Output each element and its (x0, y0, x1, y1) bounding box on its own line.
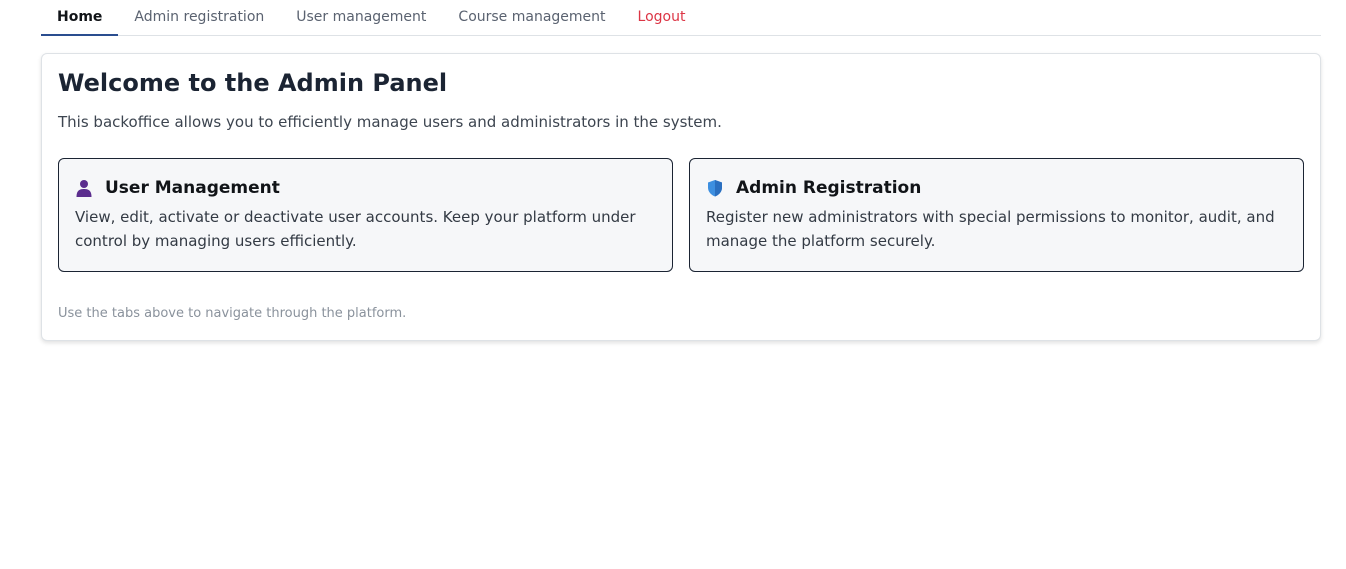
main-tabs: Home Admin registration User management … (41, 0, 1321, 36)
card-description: Register new administrators with special… (706, 208, 1275, 250)
card-header: User Management (75, 177, 656, 199)
welcome-panel: Welcome to the Admin Panel This backoffi… (41, 53, 1321, 341)
tab-course-management[interactable]: Course management (442, 0, 621, 36)
admin-registration-card: Admin Registration Register new administ… (689, 158, 1304, 272)
user-icon (75, 179, 93, 197)
card-title: Admin Registration (736, 178, 922, 198)
user-management-card: User Management View, edit, activate or … (58, 158, 673, 272)
card-description: View, edit, activate or deactivate user … (75, 208, 636, 250)
page-subtitle: This backoffice allows you to efficientl… (58, 113, 722, 131)
tab-user-management[interactable]: User management (280, 0, 442, 36)
shield-icon (706, 179, 724, 197)
tab-admin-registration[interactable]: Admin registration (118, 0, 280, 36)
card-title: User Management (105, 178, 280, 198)
page-title: Welcome to the Admin Panel (58, 69, 448, 97)
app-container: Home Admin registration User management … (41, 0, 1321, 341)
tab-home[interactable]: Home (41, 0, 119, 36)
card-header: Admin Registration (706, 177, 1287, 199)
tab-logout[interactable]: Logout (622, 0, 702, 36)
navigation-hint: Use the tabs above to navigate through t… (58, 306, 407, 321)
